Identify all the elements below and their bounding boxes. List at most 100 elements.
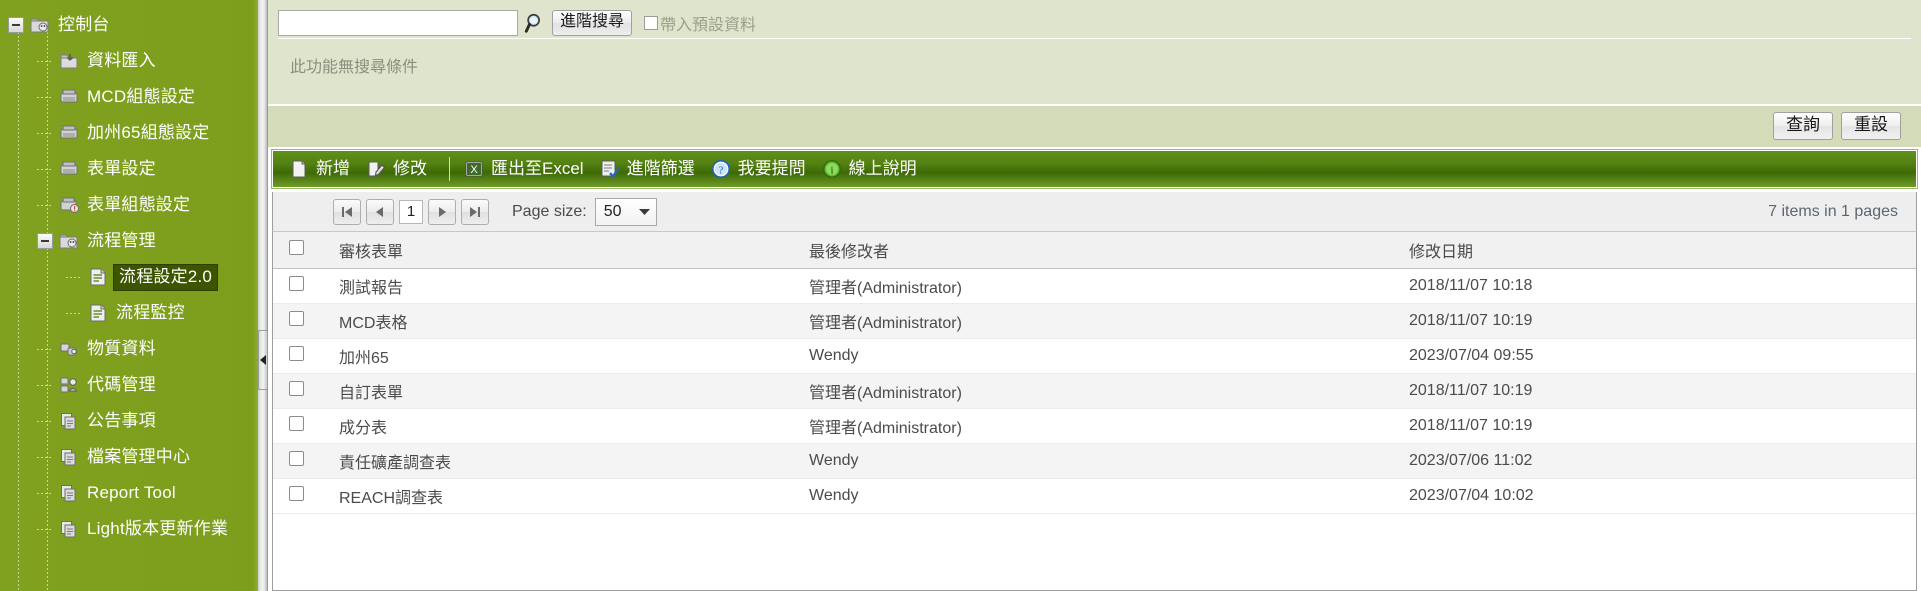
toolbar-item-label: 進階篩選 [626,159,695,178]
sidebar-item-10[interactable]: 代碼管理 [0,367,258,403]
sidebar-item-6[interactable]: 流程管理 [0,223,258,259]
grid-header: 審核表單 最後修改者 修改日期 [273,232,1916,269]
collapse-sidebar-arrow-icon[interactable] [260,355,266,365]
svg-text:X: X [470,164,478,176]
svg-text:i: i [830,165,833,177]
grid-body: 測試報告 管理者(Administrator) 2018/11/07 10:18 MC… [273,268,1916,514]
sidebar-item-label: 流程設定2.0 [113,263,219,291]
page-size-select[interactable]: 50 [594,197,657,226]
tree-collapse-icon[interactable] [37,233,53,249]
cell-date: 2023/07/06 11:02 [1391,443,1916,479]
advanced-filter-button[interactable]: 進階篩選 [596,154,707,184]
cell-date: 2018/11/07 10:19 [1391,303,1916,339]
column-header-date[interactable]: 修改日期 [1391,232,1916,269]
ask-question-button[interactable]: ? 我要提問 [707,154,818,184]
sidebar-item-label: 代碼管理 [87,375,156,394]
edit-button[interactable]: 修改 [362,154,439,184]
question-icon: ? [711,159,731,179]
sidebar-item-7[interactable]: 流程設定2.0 [0,259,258,295]
last-page-button[interactable] [461,198,489,225]
config-icon [58,123,80,143]
sidebar-item-13[interactable]: Report Tool [0,475,258,511]
default-data-checkbox-wrap[interactable]: 帶入預設資料 [644,11,756,35]
sidebar-item-12[interactable]: 檔案管理中心 [0,439,258,475]
column-header-modifier[interactable]: 最後修改者 [791,232,1391,269]
table-row[interactable]: 加州65 Wendy 2023/07/04 09:55 [273,338,1916,374]
advanced-search-button[interactable]: 進階搜尋 [552,10,633,36]
toolbar-item-label: 我要提問 [737,159,806,178]
toolbar-item-label: 匯出至Excel [491,159,584,178]
chevron-down-icon [638,203,650,221]
page-size-label: Page size: [512,202,587,220]
next-page-button[interactable] [428,198,456,225]
sidebar-item-4[interactable]: 表單設定 [0,151,258,187]
cell-modifier: 管理者(Administrator) [791,268,1391,304]
table-row[interactable]: 責任礦產調查表 Wendy 2023/07/06 11:02 [273,443,1916,479]
row-checkbox[interactable] [289,275,304,291]
sidebar-item-2[interactable]: MCD組態設定 [0,79,258,115]
sidebar-item-3[interactable]: 加州65組態設定 [0,115,258,151]
sidebar-item-11[interactable]: 公告事項 [0,403,258,439]
tree-connector [37,528,53,530]
code-icon [58,375,80,395]
sidebar-item-label: Light版本更新作業 [87,519,229,538]
table-row[interactable]: REACH調查表 Wendy 2023/07/04 10:02 [273,478,1916,514]
row-checkbox[interactable] [289,380,304,396]
table-row[interactable]: 測試報告 管理者(Administrator) 2018/11/07 10:18 [273,268,1916,304]
tree-collapse-icon[interactable] [8,17,24,33]
cell-date: 2023/07/04 09:55 [1391,338,1916,374]
cell-form: 責任礦產調查表 [321,443,791,479]
default-data-checkbox[interactable] [644,16,659,30]
row-checkbox[interactable] [289,345,304,361]
sidebar-item-label: 公告事項 [87,411,156,430]
sidebar-splitter[interactable] [258,0,268,591]
previous-page-button[interactable] [366,198,394,225]
tree-connector [37,132,53,134]
navigation-sidebar: 控制台資料匯入 MCD組態設定 加州65組態設定表單設定表單組態設定 流程管理流程設定… [0,0,258,591]
column-header-form[interactable]: 審核表單 [321,232,791,269]
row-checkbox[interactable] [289,310,304,326]
export-excel-button[interactable]: X 匯出至Excel [460,154,596,184]
sidebar-item-0[interactable]: 控制台 [0,7,258,43]
add-button[interactable]: 新增 [285,154,362,184]
sidebar-item-label: 物質資料 [87,339,156,358]
page-copy-icon [58,447,80,467]
import-icon [58,51,80,71]
document-icon [87,303,109,323]
tree-connector [37,204,53,206]
sidebar-item-1[interactable]: 資料匯入 [0,43,258,79]
toolbar-item-label: 新增 [316,159,350,178]
sidebar-item-5[interactable]: 表單組態設定 [0,187,258,223]
sidebar-item-8[interactable]: 流程監控 [0,295,258,331]
current-page-number[interactable]: 1 [399,199,423,224]
online-help-button[interactable]: i 線上說明 [818,154,929,184]
sidebar-item-14[interactable]: Light版本更新作業 [0,511,258,547]
search-row: 進階搜尋 帶入預設資料 [278,8,1911,38]
first-page-button[interactable] [333,198,361,225]
sidebar-item-label: 表單設定 [87,159,156,178]
cell-date: 2018/11/07 10:19 [1391,373,1916,409]
cell-modifier: Wendy [791,338,1391,374]
table-row[interactable]: MCD表格 管理者(Administrator) 2018/11/07 10:19 [273,303,1916,339]
action-toolbar: 新增 修改 X 匯出至Excel 進階篩選? 我要提問 i 線上說明 [271,149,1918,189]
search-input[interactable] [278,10,518,36]
cell-form: 成分表 [321,408,791,444]
reset-button[interactable]: 重設 [1841,112,1901,140]
page-copy-icon [58,411,80,431]
sidebar-item-9[interactable]: 物質資料 [0,331,258,367]
row-select-cell [273,443,321,479]
row-checkbox[interactable] [289,450,304,466]
svg-text:?: ? [718,165,723,177]
query-button[interactable]: 查詢 [1773,112,1833,140]
new-document-icon [289,159,309,179]
cell-modifier: 管理者(Administrator) [791,303,1391,339]
row-checkbox[interactable] [289,485,304,501]
row-checkbox[interactable] [289,415,304,431]
select-all-checkbox[interactable] [289,239,304,255]
row-select-cell [273,268,321,304]
table-row[interactable]: 成分表 管理者(Administrator) 2018/11/07 10:19 [273,408,1916,444]
search-icon[interactable] [524,11,546,35]
edit-icon [366,159,386,179]
table-row[interactable]: 自訂表單 管理者(Administrator) 2018/11/07 10:19 [273,373,1916,409]
sidebar-item-label: 資料匯入 [87,51,156,70]
